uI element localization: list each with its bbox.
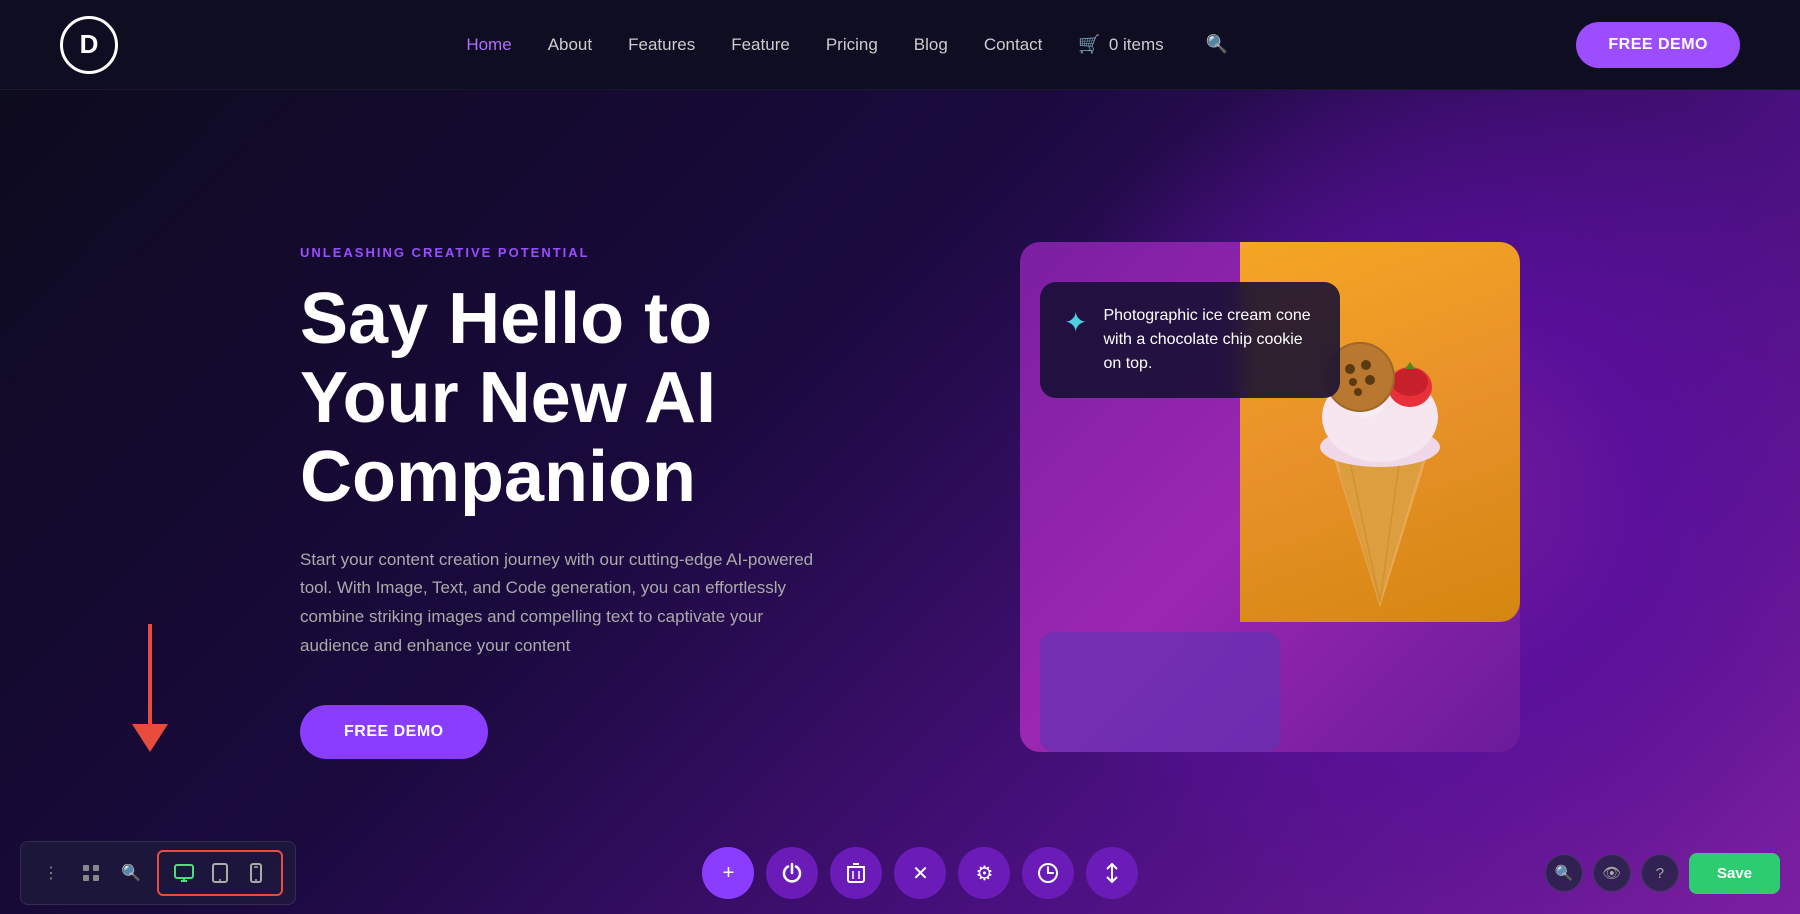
hero-title-line2: Your New AI [300, 358, 716, 438]
nav-features[interactable]: Features [628, 35, 695, 55]
bottom-card [1040, 632, 1280, 752]
device-group [157, 850, 283, 896]
trash-button[interactable] [830, 847, 882, 899]
close-button[interactable]: ✕ [894, 847, 946, 899]
toolbar-left: ⋮ 🔍 [20, 841, 296, 905]
arrow-annotation [110, 624, 190, 784]
help-icon[interactable]: ? [1641, 854, 1679, 892]
header-free-demo-button[interactable]: FREE DEMO [1576, 22, 1740, 68]
search-icon[interactable]: 🔍 [1206, 34, 1228, 55]
tablet-icon[interactable] [203, 856, 237, 890]
power-button[interactable] [766, 847, 818, 899]
history-button[interactable] [1022, 847, 1074, 899]
settings-button[interactable]: ⚙ [958, 847, 1010, 899]
header-right: FREE DEMO [1576, 22, 1740, 68]
hero-section: UNLEASHING CREATIVE POTENTIAL Say Hello … [0, 90, 1800, 914]
search-small-icon[interactable]: 🔍 [113, 855, 149, 891]
io-button[interactable] [1086, 847, 1138, 899]
nav-about[interactable]: About [548, 35, 592, 55]
main-nav: Home About Features Feature Pricing Blog… [466, 34, 1228, 55]
zoom-icon[interactable]: 🔍 [1545, 854, 1583, 892]
add-button[interactable]: + [702, 847, 754, 899]
hero-free-demo-button[interactable]: FREE DEMO [300, 705, 488, 759]
mobile-icon[interactable] [239, 856, 273, 890]
hero-eyebrow: UNLEASHING CREATIVE POTENTIAL [300, 245, 960, 260]
arrow-head [132, 724, 168, 752]
arrow-line [148, 624, 152, 724]
hero-image-area: ✦ Photographic ice cream cone with a cho… [1020, 242, 1600, 762]
grid-icon[interactable] [73, 855, 109, 891]
desktop-icon[interactable] [167, 856, 201, 890]
hero-description: Start your content creation journey with… [300, 546, 820, 662]
nav-pricing[interactable]: Pricing [826, 35, 878, 55]
nav-feature[interactable]: Feature [731, 35, 790, 55]
save-button[interactable]: Save [1689, 853, 1780, 894]
logo-letter: D [80, 29, 99, 60]
tooltip-text: Photographic ice cream cone with a choco… [1103, 304, 1316, 376]
eye-icon[interactable]: 👁 [1593, 854, 1631, 892]
hero-title: Say Hello to Your New AI Companion [300, 280, 960, 518]
nav-blog[interactable]: Blog [914, 35, 948, 55]
toolbar-center: + ✕ ⚙ [702, 847, 1138, 899]
nav-cart[interactable]: 🛒 0 items [1078, 34, 1163, 55]
hero-content: UNLEASHING CREATIVE POTENTIAL Say Hello … [300, 245, 960, 759]
nav-contact[interactable]: Contact [984, 35, 1043, 55]
nav-home[interactable]: Home [466, 35, 511, 55]
sparkle-icon: ✦ [1064, 306, 1087, 339]
hero-title-line1: Say Hello to [300, 279, 712, 359]
cart-count: 0 items [1109, 35, 1164, 55]
tooltip-card: ✦ Photographic ice cream cone with a cho… [1040, 282, 1340, 398]
logo[interactable]: D [60, 16, 118, 74]
options-icon[interactable]: ⋮ [33, 855, 69, 891]
cart-icon: 🛒 [1078, 34, 1100, 55]
bottom-toolbar: ⋮ 🔍 [0, 832, 1800, 914]
header: D Home About Features Feature Pricing Bl… [0, 0, 1800, 90]
hero-title-line3: Companion [300, 437, 696, 517]
toolbar-right: 🔍 👁 ? Save [1545, 853, 1780, 894]
